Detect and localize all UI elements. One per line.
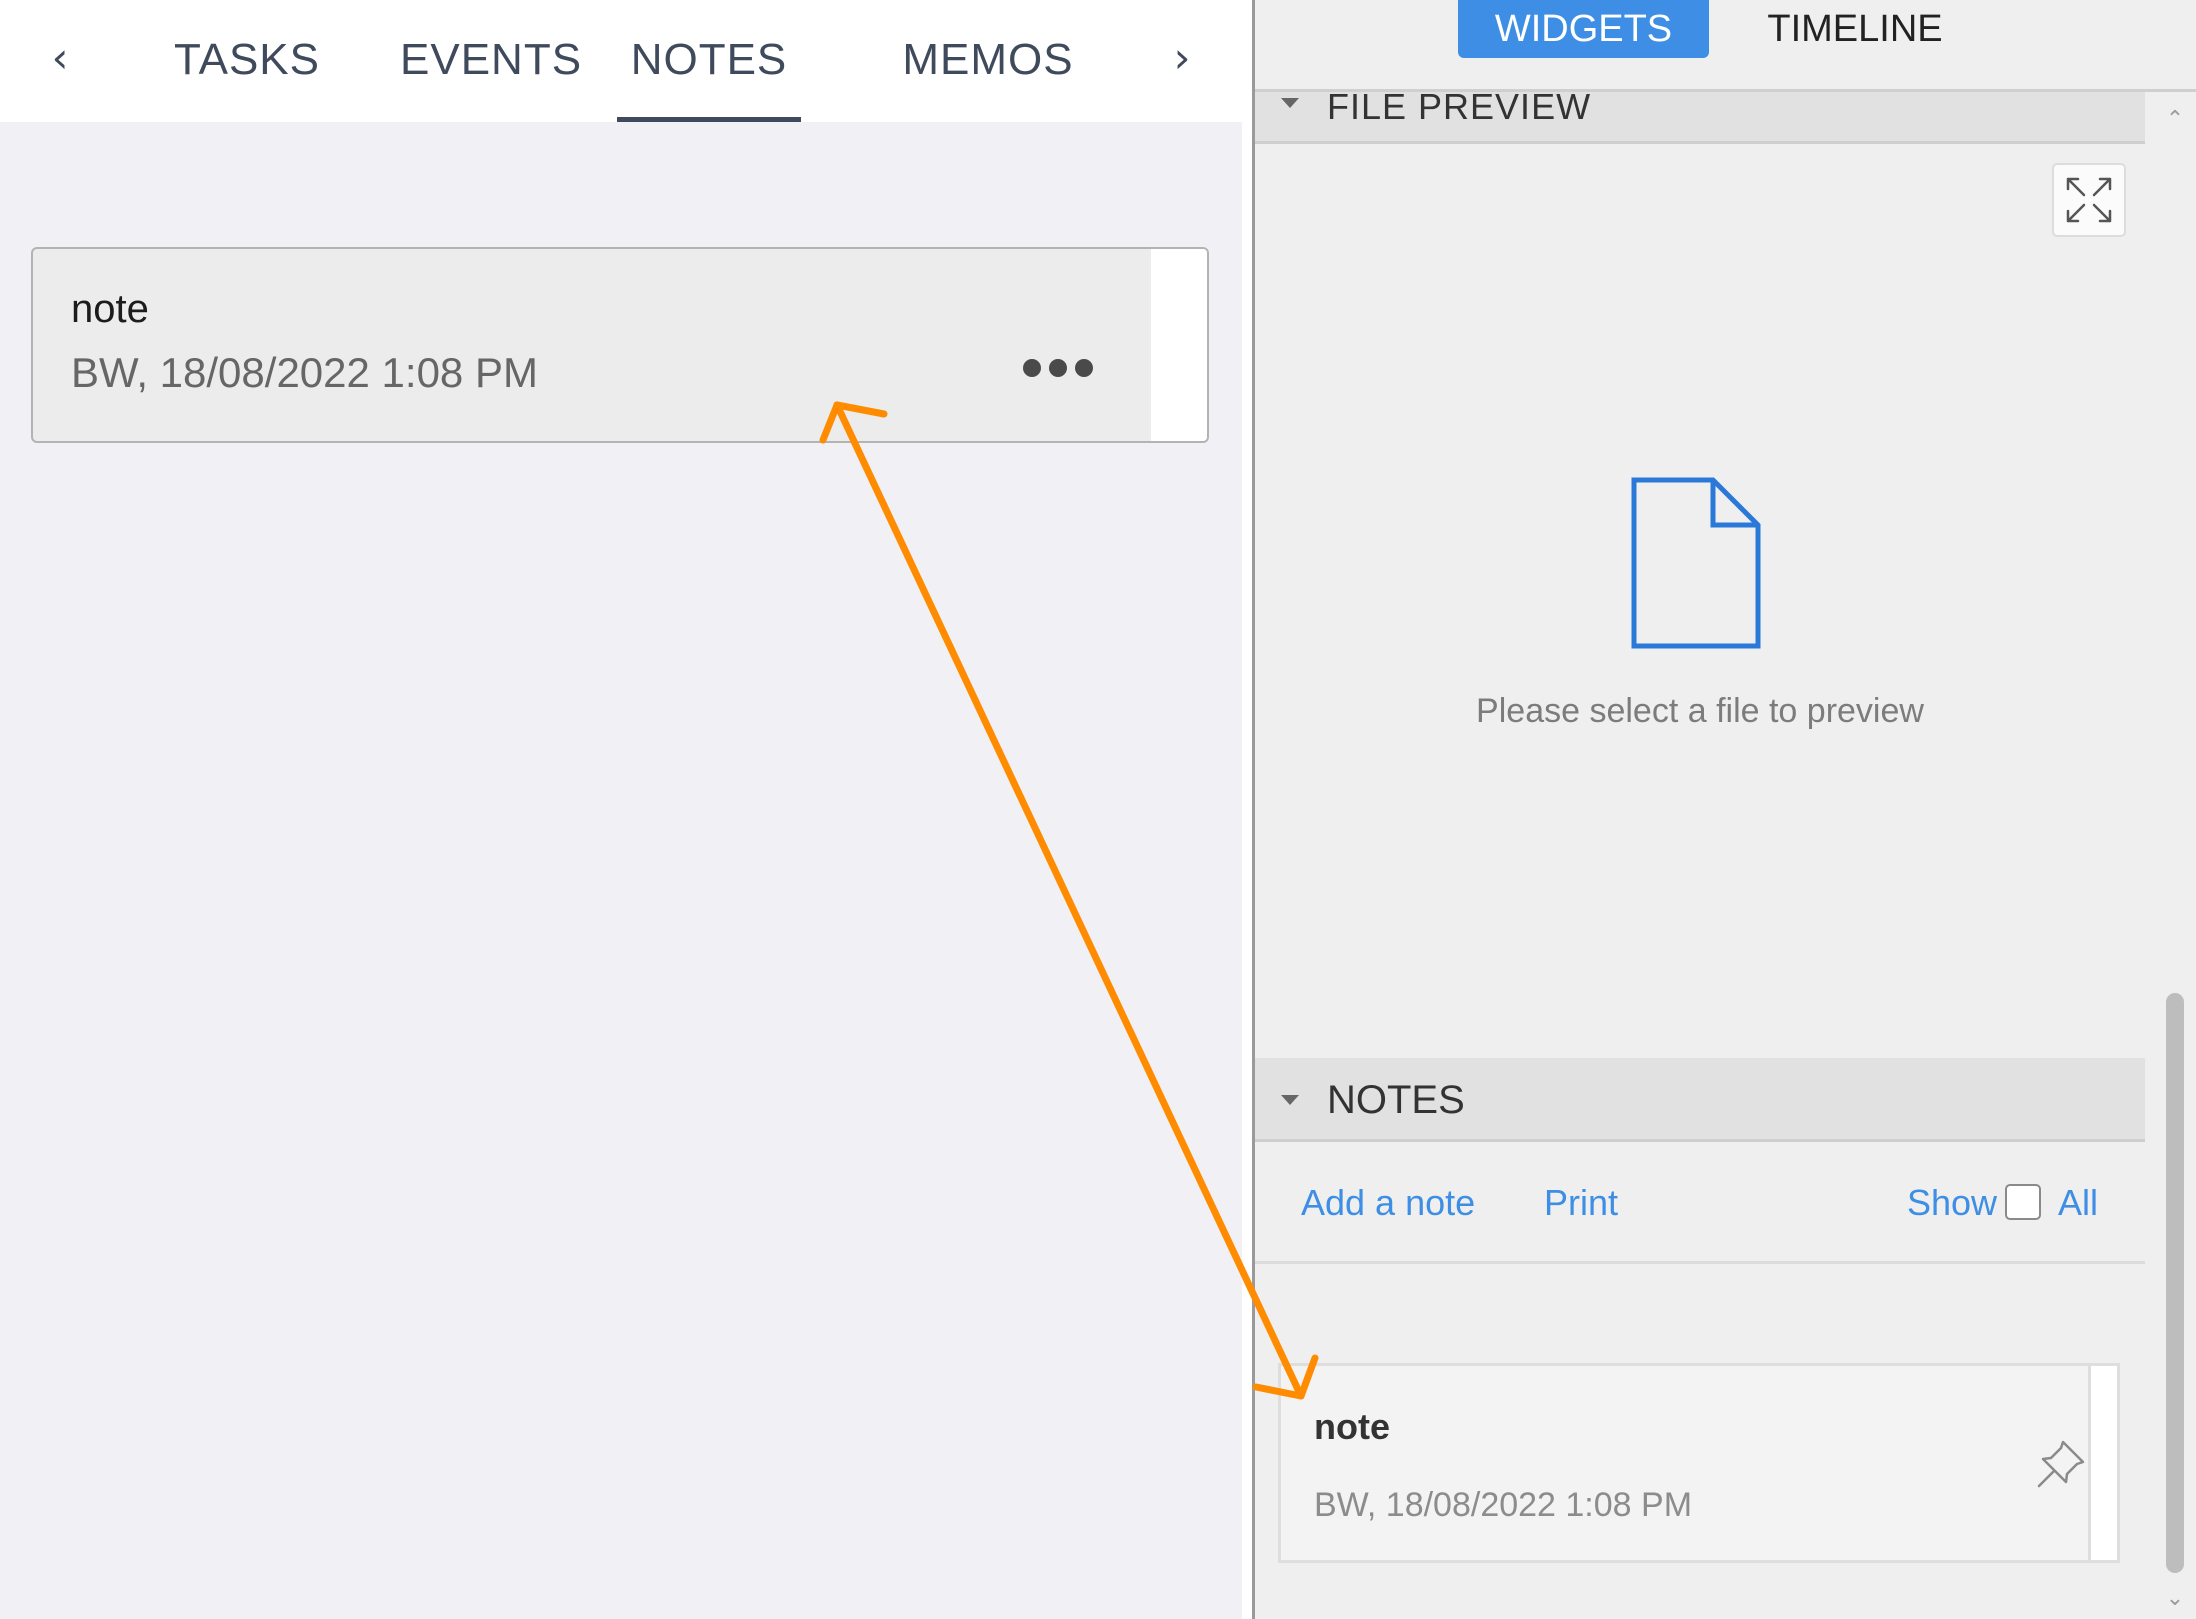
side-note-edge xyxy=(2088,1366,2117,1560)
notes-actions: Add a note Print Show All xyxy=(1255,1142,2145,1264)
panel-scrollbar[interactable]: ⌃ ⌄ xyxy=(2162,100,2188,1619)
add-note-link[interactable]: Add a note xyxy=(1301,1182,1475,1224)
more-horizontal-icon[interactable] xyxy=(1023,359,1093,377)
notes-section-title: NOTES xyxy=(1327,1078,1465,1122)
tab-widgets[interactable]: WIDGETS xyxy=(1458,0,1709,58)
file-preview-title: FILE PREVIEW xyxy=(1327,92,1592,127)
show-label: Show xyxy=(1907,1182,1998,1223)
print-link[interactable]: Print xyxy=(1544,1182,1618,1224)
tab-bar: ‹ TASKS EVENTS NOTES MEMOS › xyxy=(0,0,1242,122)
scroll-up-icon[interactable]: ⌃ xyxy=(2162,100,2188,140)
show-all-checkbox[interactable] xyxy=(2005,1184,2041,1220)
scroll-thumb[interactable] xyxy=(2166,993,2184,1573)
tab-tasks[interactable]: TASKS xyxy=(172,30,322,90)
chevron-left-icon[interactable]: ‹ xyxy=(30,28,90,88)
caret-down-icon xyxy=(1281,98,1299,108)
tab-timeline[interactable]: TIMELINE xyxy=(1755,0,1955,58)
chevron-right-icon[interactable]: › xyxy=(1152,28,1212,88)
note-meta: BW, 18/08/2022 1:08 PM xyxy=(71,349,538,396)
note-card[interactable]: note BW, 18/08/2022 1:08 PM xyxy=(31,247,1209,443)
notes-list-pane: ‹ TASKS EVENTS NOTES MEMOS › note BW, 18… xyxy=(0,0,1242,1619)
notes-section-header[interactable]: NOTES xyxy=(1255,1058,2145,1142)
side-note-title: note xyxy=(1314,1406,1390,1447)
note-title: note xyxy=(71,287,149,331)
tab-events[interactable]: EVENTS xyxy=(400,30,581,90)
note-card-edge xyxy=(1151,249,1207,441)
side-note-card[interactable]: note BW, 18/08/2022 1:08 PM xyxy=(1278,1363,2120,1563)
pin-icon[interactable] xyxy=(2033,1436,2089,1497)
file-preview-header[interactable]: FILE PREVIEW xyxy=(1255,92,2145,144)
preview-empty-text: Please select a file to preview xyxy=(1476,692,1924,730)
caret-down-icon xyxy=(1281,1095,1299,1105)
fullscreen-icon[interactable] xyxy=(2052,163,2126,237)
tab-memos[interactable]: MEMOS xyxy=(902,30,1074,90)
tab-notes[interactable]: NOTES xyxy=(617,30,801,122)
all-label: All xyxy=(2058,1182,2099,1223)
scroll-down-icon[interactable]: ⌄ xyxy=(2162,1579,2188,1619)
widgets-panel: WIDGETS TIMELINE FILE PREVIEW Please sel… xyxy=(1255,0,2196,1619)
file-icon xyxy=(1631,477,1761,654)
side-note-meta: BW, 18/08/2022 1:08 PM xyxy=(1314,1486,1693,1524)
panel-tabs: WIDGETS TIMELINE xyxy=(1255,0,2196,92)
